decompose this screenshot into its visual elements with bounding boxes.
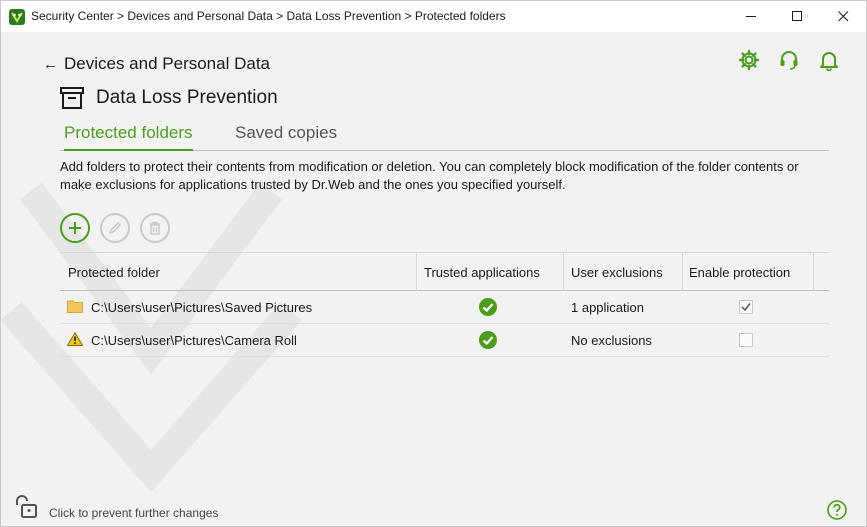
user-exclusions-value: No exclusions [571, 333, 652, 348]
back-link[interactable]: ← Devices and Personal Data [43, 54, 270, 74]
column-user-exclusions[interactable]: User exclusions [571, 265, 663, 280]
minimize-button[interactable] [728, 1, 774, 32]
table-row[interactable]: C:\Users\user\Pictures\Camera Roll No ex… [60, 324, 829, 357]
tab-bar: Protected folders Saved copies [60, 121, 829, 151]
maximize-icon [791, 11, 802, 21]
folder-path: C:\Users\user\Pictures\Camera Roll [91, 333, 297, 348]
check-circle-icon [479, 331, 497, 349]
folder-path: C:\Users\user\Pictures\Saved Pictures [91, 300, 313, 315]
column-divider [563, 253, 564, 291]
page-title-text: Data Loss Prevention [96, 87, 278, 108]
delete-folder-button[interactable] [140, 213, 170, 243]
help-icon[interactable] [827, 500, 847, 520]
checkmark-icon [741, 303, 751, 312]
header-actions [738, 49, 840, 71]
close-icon [837, 11, 848, 22]
check-circle-icon [479, 298, 497, 316]
toolbar [60, 213, 170, 243]
column-protected-folder[interactable]: Protected folder [68, 265, 160, 280]
description-text: Add folders to protect their contents fr… [60, 159, 799, 192]
enable-protection-checkbox[interactable] [739, 333, 753, 347]
edit-folder-button[interactable] [100, 213, 130, 243]
unlocked-padlock-icon[interactable] [14, 495, 38, 519]
user-exclusions-value: 1 application [571, 300, 644, 315]
enable-protection-checkbox[interactable] [739, 300, 753, 314]
column-divider [813, 253, 814, 291]
title-bar: Security Center > Devices and Personal D… [1, 1, 866, 32]
tab-saved-copies[interactable]: Saved copies [235, 123, 337, 149]
protected-folders-table: Protected folder Trusted applications Us… [60, 252, 829, 357]
add-folder-button[interactable] [60, 213, 90, 243]
minimize-icon [745, 16, 756, 17]
headset-icon[interactable] [778, 49, 800, 71]
tab-protected-folders[interactable]: Protected folders [64, 123, 193, 151]
pencil-icon [108, 221, 122, 235]
column-enable-protection[interactable]: Enable protection [689, 265, 790, 280]
table-row[interactable]: C:\Users\user\Pictures\Saved Pictures 1 … [60, 291, 829, 324]
close-button[interactable] [820, 1, 866, 32]
lock-settings-link[interactable]: Click to prevent further changes [49, 506, 218, 520]
table-header: Protected folder Trusted applications Us… [60, 252, 829, 291]
bell-icon[interactable] [818, 49, 840, 71]
gear-icon[interactable] [738, 49, 760, 71]
warning-icon [67, 332, 83, 346]
page-title: Data Loss Prevention [60, 87, 278, 109]
drweb-app-icon [9, 9, 25, 25]
back-link-label: Devices and Personal Data [64, 54, 271, 73]
column-trusted-applications[interactable]: Trusted applications [424, 265, 540, 280]
plus-icon [69, 222, 81, 234]
trash-icon [150, 221, 160, 235]
window-title: Security Center > Devices and Personal D… [31, 9, 506, 23]
folder-icon [67, 300, 83, 313]
arrow-left-icon: ← [43, 55, 58, 73]
maximize-button[interactable] [774, 1, 820, 32]
archive-box-icon [60, 87, 84, 109]
column-divider [416, 253, 417, 291]
column-divider [682, 253, 683, 291]
